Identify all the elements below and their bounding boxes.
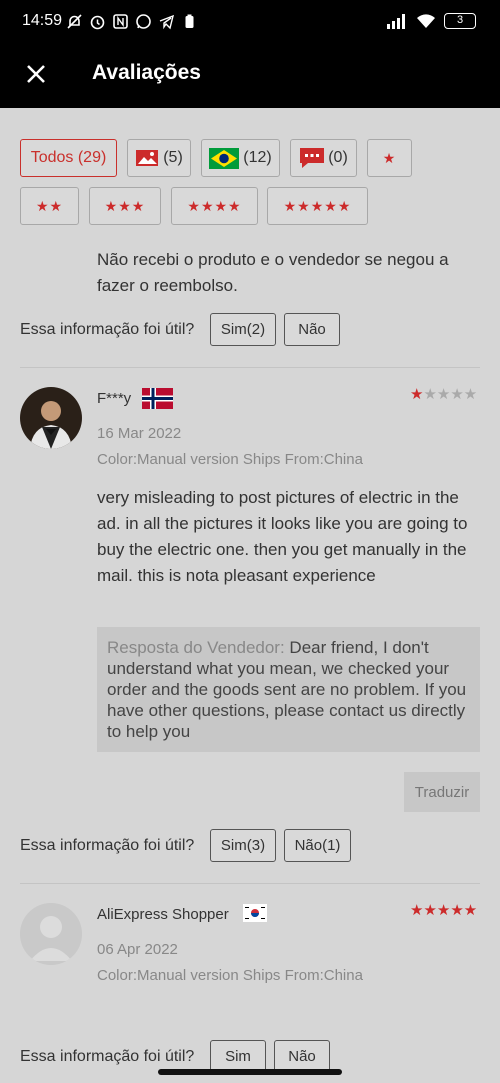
filter-comments-count: (0) xyxy=(328,149,348,166)
battery-icon: 3 xyxy=(444,13,476,29)
filter-1-star[interactable]: ★ xyxy=(367,139,412,177)
review-filters: Todos (29) (5) (12) (0) ★ ★★ ★★★ ★★★★ ★★… xyxy=(0,108,500,242)
notification-icons xyxy=(66,13,198,30)
system-status: 3 xyxy=(386,13,476,29)
star-rating: ★★★★★ xyxy=(410,386,478,403)
status-bar: 14:59 3 xyxy=(0,0,500,44)
helpful-no-button[interactable]: Não(1) xyxy=(284,829,351,862)
review-text: very misleading to post pictures of elec… xyxy=(97,488,468,585)
telegram-icon xyxy=(158,13,175,30)
filter-3-star[interactable]: ★★★ xyxy=(89,187,161,225)
review-variant: Color:Manual version Ships From:China xyxy=(97,967,363,984)
wifi-icon xyxy=(417,14,435,28)
image-icon xyxy=(136,150,159,166)
review-variant: Color:Manual version Ships From:China xyxy=(97,451,363,468)
norway-flag-icon xyxy=(142,388,173,409)
filter-2-star[interactable]: ★★ xyxy=(20,187,79,225)
alarm-icon xyxy=(89,13,106,30)
mute-icon xyxy=(66,13,83,30)
filter-photos-count: (5) xyxy=(163,149,183,166)
south-korea-flag-icon xyxy=(243,904,267,922)
helpful-question: Essa informação foi útil? xyxy=(20,321,195,338)
helpful-yes-button[interactable]: Sim(2) xyxy=(210,313,276,346)
clock: 14:59 xyxy=(22,12,63,29)
app-bar: Avaliações xyxy=(0,44,500,108)
helpful-yes-button[interactable]: Sim(3) xyxy=(210,829,276,862)
seller-reply-label: Resposta do Vendedor: xyxy=(107,638,285,657)
seller-reply: Resposta do Vendedor: Dear friend, I don… xyxy=(97,627,480,752)
brazil-flag-icon xyxy=(209,147,240,169)
page-title: Avaliações xyxy=(92,61,201,84)
avatar[interactable] xyxy=(20,387,82,449)
filter-country[interactable]: (12) xyxy=(201,139,280,177)
filter-photos[interactable]: (5) xyxy=(127,139,191,177)
divider xyxy=(20,883,480,884)
close-icon[interactable] xyxy=(22,60,52,90)
divider xyxy=(20,367,480,368)
helpful-question: Essa informação foi útil? xyxy=(20,837,195,854)
filter-all[interactable]: Todos (29) xyxy=(20,139,117,177)
filter-4-star[interactable]: ★★★★ xyxy=(171,187,258,225)
battery-saver-icon xyxy=(181,13,198,30)
review-text: Não recebi o produto e o vendedor se neg… xyxy=(97,250,449,295)
whatsapp-icon xyxy=(135,13,152,30)
filter-5-star[interactable]: ★★★★★ xyxy=(267,187,368,225)
review-date: 06 Apr 2022 xyxy=(97,941,178,958)
reviews-list: Não recebi o produto e o vendedor se neg… xyxy=(0,242,500,1083)
reviewer-name: AliExpress Shopper xyxy=(97,906,229,923)
translate-button[interactable]: Traduzir xyxy=(404,772,480,812)
home-indicator[interactable] xyxy=(158,1069,342,1075)
reviewer-name: F***y xyxy=(97,390,132,407)
filter-comments[interactable]: (0) xyxy=(290,139,357,177)
review-date: 16 Mar 2022 xyxy=(97,425,182,442)
helpful-no-button[interactable]: Não xyxy=(284,313,340,346)
comment-icon xyxy=(300,148,325,168)
star-rating: ★★★★★ xyxy=(410,902,478,919)
signal-icon xyxy=(387,14,405,29)
helpful-question: Essa informação foi útil? xyxy=(20,1048,195,1065)
avatar[interactable] xyxy=(20,903,82,965)
filter-country-count: (12) xyxy=(243,149,272,166)
nfc-icon xyxy=(112,13,129,30)
